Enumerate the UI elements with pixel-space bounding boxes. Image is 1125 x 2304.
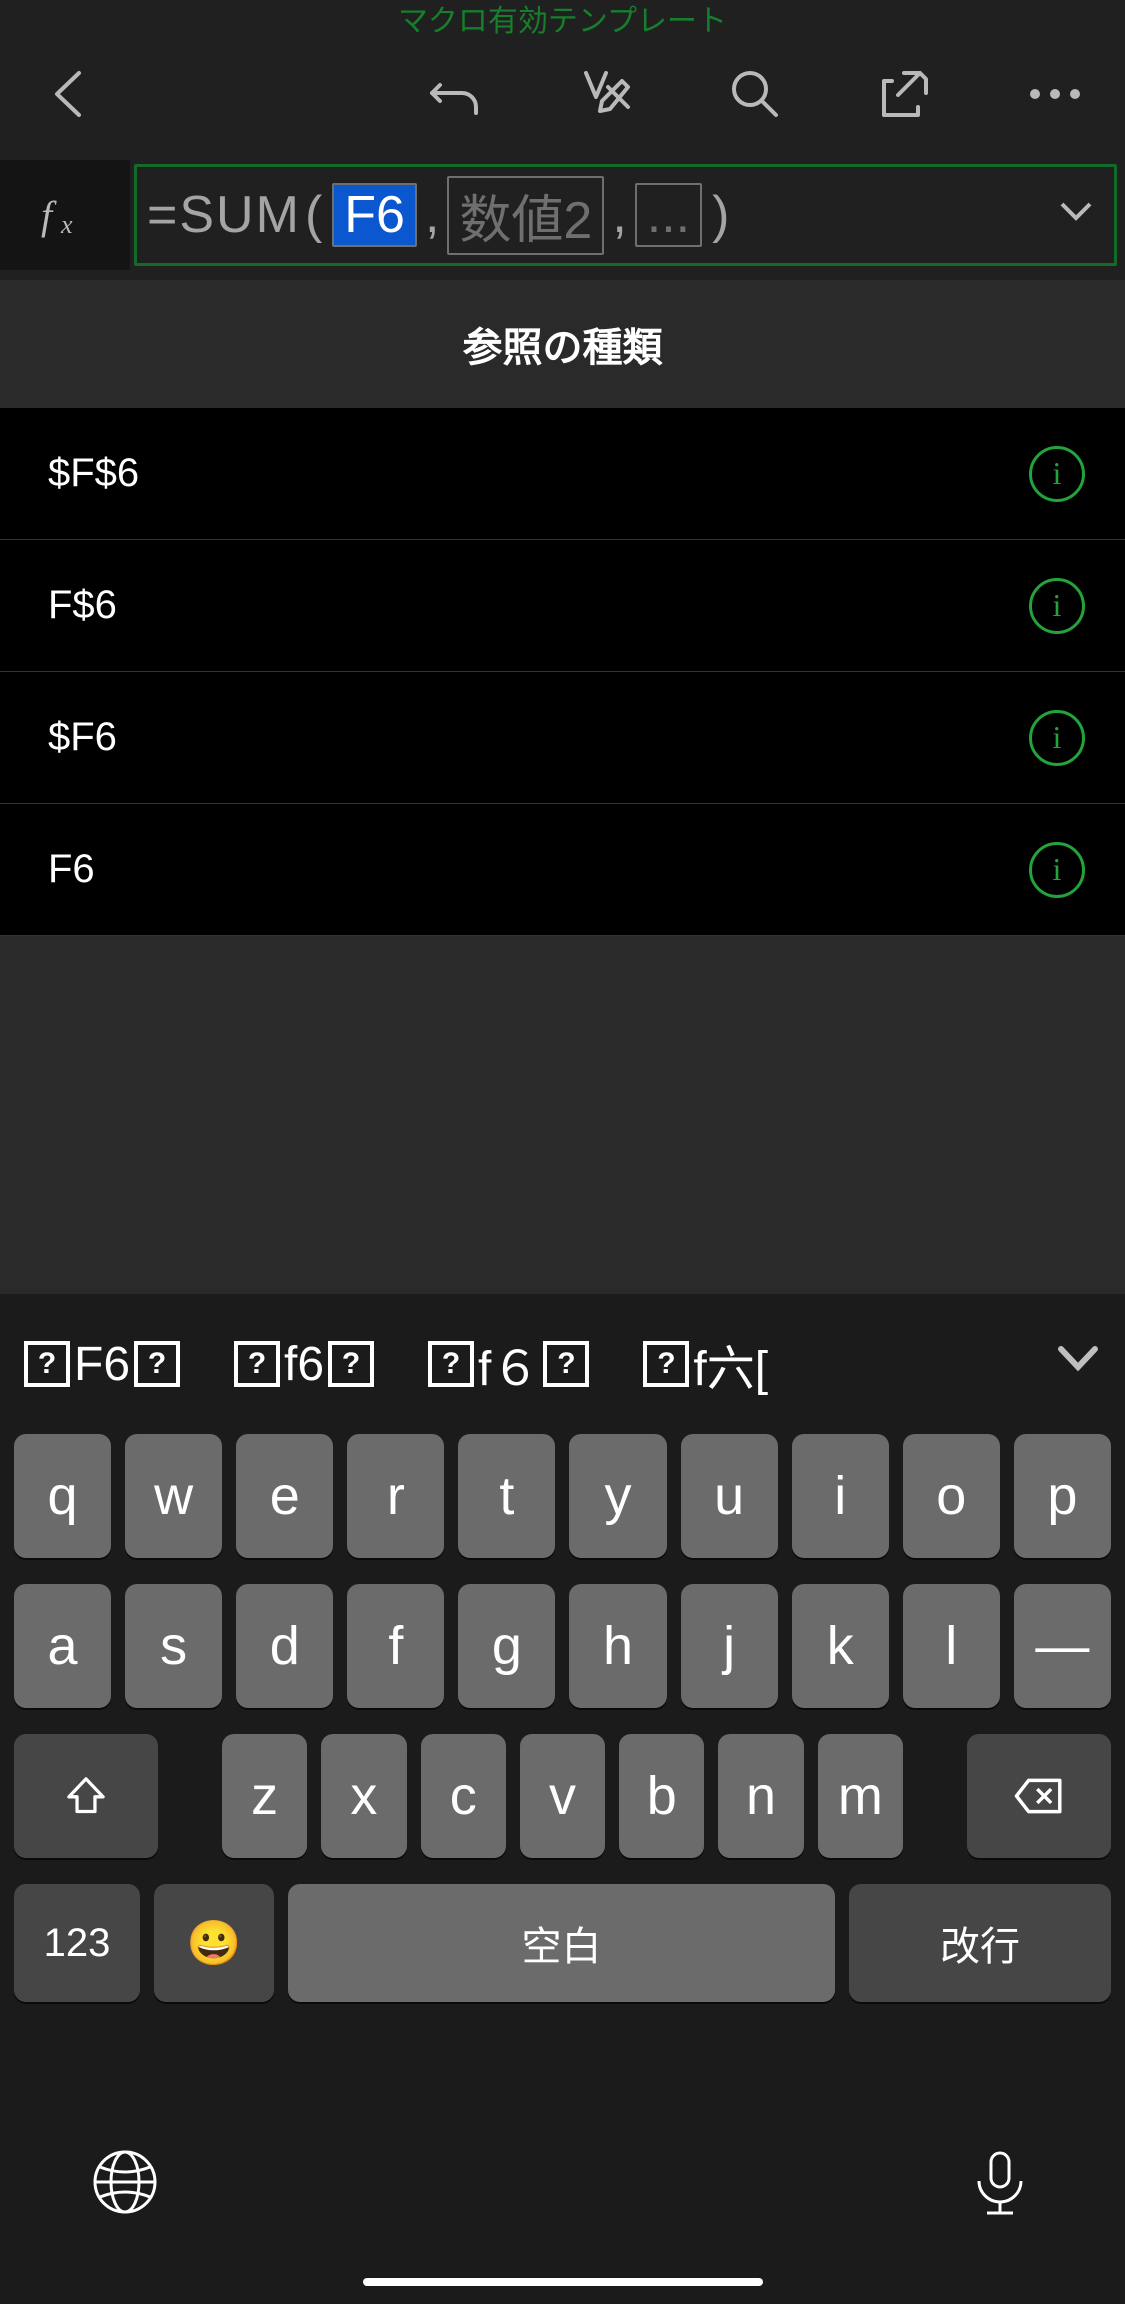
key-n[interactable]: n	[718, 1734, 803, 1858]
back-button[interactable]	[30, 54, 110, 134]
info-icon[interactable]: i	[1029, 578, 1085, 634]
space-key[interactable]: 空白	[288, 1884, 835, 2002]
key-w[interactable]: w	[125, 1434, 222, 1558]
cand-suffix-box: ?	[543, 1341, 589, 1387]
numeric-key[interactable]: 123	[14, 1884, 140, 2002]
document-title: マクロ有効テンプレート	[0, 0, 1125, 44]
ime-candidate[interactable]: ? F6 ?	[24, 1337, 180, 1392]
more-button[interactable]	[1015, 54, 1095, 134]
section-header: 参照の種類	[0, 280, 1125, 408]
draw-edit-button[interactable]	[565, 54, 645, 134]
key-r[interactable]: r	[347, 1434, 444, 1558]
formula-input[interactable]: = SUM ( F6 , 数値2 , ... )	[134, 164, 1117, 266]
reference-option[interactable]: $F6 i	[0, 672, 1125, 804]
fx-button[interactable]: fx	[0, 160, 130, 270]
backspace-key[interactable]	[967, 1734, 1111, 1858]
svg-text:x: x	[60, 210, 73, 239]
cand-suffix-box: ?	[328, 1341, 374, 1387]
formula-expand-button[interactable]	[1056, 185, 1096, 245]
formula-comma: ,	[610, 185, 628, 245]
dictation-key[interactable]	[965, 2147, 1035, 2222]
formula-open-paren: (	[301, 185, 326, 245]
share-button[interactable]	[865, 54, 945, 134]
shift-key[interactable]	[14, 1734, 158, 1858]
key-p[interactable]: p	[1014, 1434, 1111, 1558]
formula-arg-selected[interactable]: F6	[332, 183, 417, 247]
formula-arg-2[interactable]: 数値2	[447, 176, 604, 255]
formula-bar: fx = SUM ( F6 , 数値2 , ... )	[0, 160, 1125, 270]
cand-text: f6	[284, 1337, 324, 1392]
cand-text: F6	[74, 1337, 130, 1392]
reference-type-list: $F$6 i F$6 i $F6 i F6 i	[0, 408, 1125, 936]
cand-prefix-box: ?	[428, 1341, 474, 1387]
key-b[interactable]: b	[619, 1734, 704, 1858]
key-j[interactable]: j	[681, 1584, 778, 1708]
undo-button[interactable]	[415, 54, 495, 134]
reference-option[interactable]: F$6 i	[0, 540, 1125, 672]
formula-close-paren: )	[708, 185, 733, 245]
cand-text: f六[	[693, 1329, 768, 1399]
cand-text: f６	[478, 1329, 539, 1399]
key-t[interactable]: t	[458, 1434, 555, 1558]
key-z[interactable]: z	[222, 1734, 307, 1858]
key-f[interactable]: f	[347, 1584, 444, 1708]
key-o[interactable]: o	[903, 1434, 1000, 1558]
info-icon[interactable]: i	[1029, 446, 1085, 502]
key-d[interactable]: d	[236, 1584, 333, 1708]
keyboard: ? F6 ? ? f6 ? ? f６ ? ? f六[ q	[0, 1294, 1125, 2304]
cand-prefix-box: ?	[24, 1341, 70, 1387]
cand-prefix-box: ?	[643, 1341, 689, 1387]
key-c[interactable]: c	[421, 1734, 506, 1858]
emoji-key[interactable]: 😀	[154, 1884, 274, 2002]
ime-candidate[interactable]: ? f６ ?	[428, 1329, 589, 1399]
key-v[interactable]: v	[520, 1734, 605, 1858]
ime-candidate[interactable]: ? f六[	[643, 1329, 768, 1399]
reference-option[interactable]: F6 i	[0, 804, 1125, 936]
return-key[interactable]: 改行	[849, 1884, 1111, 2002]
reference-label: $F$6	[48, 451, 139, 496]
key-i[interactable]: i	[792, 1434, 889, 1558]
reference-option[interactable]: $F$6 i	[0, 408, 1125, 540]
key-m[interactable]: m	[818, 1734, 903, 1858]
content-filler	[0, 936, 1125, 1294]
reference-label: F$6	[48, 583, 117, 628]
key-s[interactable]: s	[125, 1584, 222, 1708]
cand-prefix-box: ?	[234, 1341, 280, 1387]
svg-text:f: f	[41, 193, 57, 238]
key-e[interactable]: e	[236, 1434, 333, 1558]
key-l[interactable]: l	[903, 1584, 1000, 1708]
candidate-expand-button[interactable]	[1055, 1335, 1101, 1393]
reference-label: F6	[48, 847, 95, 892]
formula-arg-3[interactable]: ...	[635, 183, 702, 247]
home-indicator[interactable]	[363, 2278, 763, 2286]
key-g[interactable]: g	[458, 1584, 555, 1708]
key-y[interactable]: y	[569, 1434, 666, 1558]
key-q[interactable]: q	[14, 1434, 111, 1558]
globe-key[interactable]	[90, 2147, 160, 2222]
formula-function-name: SUM	[179, 185, 301, 245]
cand-suffix-box: ?	[134, 1341, 180, 1387]
key-dash[interactable]: —	[1014, 1584, 1111, 1708]
key-a[interactable]: a	[14, 1584, 111, 1708]
formula-comma: ,	[423, 185, 441, 245]
key-h[interactable]: h	[569, 1584, 666, 1708]
key-x[interactable]: x	[321, 1734, 406, 1858]
formula-equals: =	[147, 185, 179, 245]
ime-candidate[interactable]: ? f6 ?	[234, 1337, 374, 1392]
key-u[interactable]: u	[681, 1434, 778, 1558]
key-k[interactable]: k	[792, 1584, 889, 1708]
info-icon[interactable]: i	[1029, 842, 1085, 898]
search-button[interactable]	[715, 54, 795, 134]
top-toolbar	[0, 44, 1125, 144]
ime-candidate-row: ? F6 ? ? f6 ? ? f６ ? ? f六[	[0, 1294, 1125, 1434]
info-icon[interactable]: i	[1029, 710, 1085, 766]
reference-label: $F6	[48, 715, 117, 760]
